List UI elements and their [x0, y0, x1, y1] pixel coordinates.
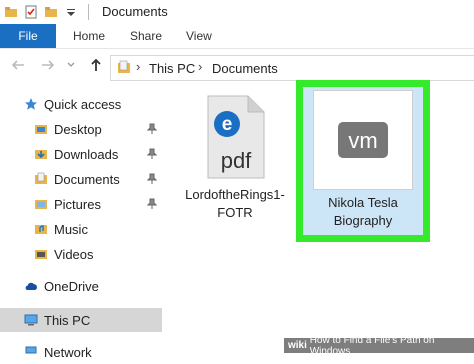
wikihow-watermark: wiki How to Find a File's Path on Window…: [284, 335, 474, 357]
sidebar-item-desktop[interactable]: Desktop: [34, 117, 102, 141]
address-bar[interactable]: › This PC › Documents: [110, 55, 474, 81]
title-separator: [88, 4, 89, 20]
svg-text:e: e: [222, 114, 233, 135]
new-folder-icon[interactable]: [44, 5, 58, 19]
pin-icon[interactable]: [147, 123, 157, 135]
navigation-bar: › This PC › Documents: [0, 52, 474, 81]
file-item-nikola-tesla-biography[interactable]: vm Nikola Tesla Biography: [312, 90, 414, 230]
tab-share[interactable]: Share: [130, 29, 162, 43]
watermark-brand: wiki: [288, 340, 307, 351]
up-arrow-icon[interactable]: [88, 57, 104, 73]
file-name-line2: Biography: [333, 213, 393, 228]
star-icon: [25, 98, 37, 110]
sidebar-item-downloads[interactable]: Downloads: [34, 142, 118, 166]
sidebar-item-label: Pictures: [54, 196, 101, 212]
sidebar-item-label: Network: [44, 344, 92, 360]
cloud-icon: [25, 282, 37, 290]
breadcrumb-this-pc[interactable]: This PC: [149, 61, 195, 76]
svg-text:pdf: pdf: [221, 148, 252, 173]
title-bar: Documents: [0, 0, 474, 24]
desktop-folder-icon: [35, 125, 47, 134]
folder-icon[interactable]: [4, 5, 18, 19]
documents-folder-icon: [118, 60, 130, 73]
sidebar-item-quick-access[interactable]: Quick access: [24, 92, 121, 116]
sidebar-item-label: Quick access: [44, 96, 122, 112]
svg-text:vm: vm: [348, 128, 377, 153]
back-arrow-icon[interactable]: [10, 57, 26, 73]
file-item-lordoftherings[interactable]: e pdf LordoftheRings1- FOTR: [180, 94, 290, 222]
properties-icon[interactable]: [24, 5, 38, 19]
tab-file[interactable]: File: [0, 24, 56, 48]
sidebar-item-documents[interactable]: Documents: [34, 167, 120, 191]
vmware-icon: vm: [338, 122, 388, 158]
sidebar-item-this-pc[interactable]: This PC: [0, 308, 162, 332]
customize-dropdown-icon[interactable]: [64, 5, 78, 19]
sidebar-item-label: Downloads: [54, 146, 119, 162]
sidebar-item-label: Desktop: [54, 121, 102, 137]
file-name-line1: LordoftheRings1-: [185, 187, 285, 202]
sidebar-item-videos[interactable]: Videos: [34, 242, 94, 266]
breadcrumb-documents[interactable]: Documents: [212, 61, 278, 76]
network-icon: [25, 346, 37, 354]
sidebar-item-label: OneDrive: [44, 278, 99, 294]
breadcrumb-separator: ›: [136, 59, 141, 74]
forward-arrow-icon[interactable]: [40, 57, 56, 73]
sidebar-item-music[interactable]: Music: [34, 217, 88, 241]
sidebar-item-label: Documents: [54, 171, 120, 187]
sidebar-item-label: Videos: [54, 246, 94, 262]
file-thumbnail: vm: [313, 90, 413, 190]
downloads-folder-icon: [35, 150, 47, 159]
navigation-pane: Quick access Desktop Downloads Documents…: [0, 84, 164, 360]
sidebar-item-pictures[interactable]: Pictures: [34, 192, 101, 216]
tab-home[interactable]: Home: [73, 29, 105, 43]
pictures-folder-icon: [35, 200, 47, 209]
watermark-text: How to Find a File's Path on Windows: [309, 334, 435, 357]
videos-folder-icon: [35, 250, 47, 259]
tab-view[interactable]: View: [186, 29, 212, 43]
sidebar-item-onedrive[interactable]: OneDrive: [24, 274, 99, 298]
sidebar-item-network[interactable]: Network: [24, 340, 92, 364]
pin-icon[interactable]: [147, 148, 157, 160]
computer-icon: [24, 314, 38, 326]
pdf-edge-icon: e pdf: [207, 95, 265, 179]
documents-folder-icon: [35, 172, 47, 184]
quick-access-toolbar: [4, 3, 89, 21]
sidebar-item-label: This PC: [44, 312, 91, 328]
pin-icon[interactable]: [147, 173, 157, 185]
ribbon-tabs: File Home Share View: [0, 24, 474, 49]
recent-locations-chevron-icon[interactable]: [66, 57, 76, 73]
file-name-line2: FOTR: [217, 205, 253, 220]
window-title: Documents: [102, 4, 168, 19]
sidebar-item-label: Music: [54, 221, 88, 237]
pin-icon[interactable]: [147, 198, 157, 210]
file-name-line1: Nikola Tesla: [328, 195, 398, 210]
music-folder-icon: [35, 225, 47, 234]
breadcrumb-separator: ›: [198, 59, 203, 74]
